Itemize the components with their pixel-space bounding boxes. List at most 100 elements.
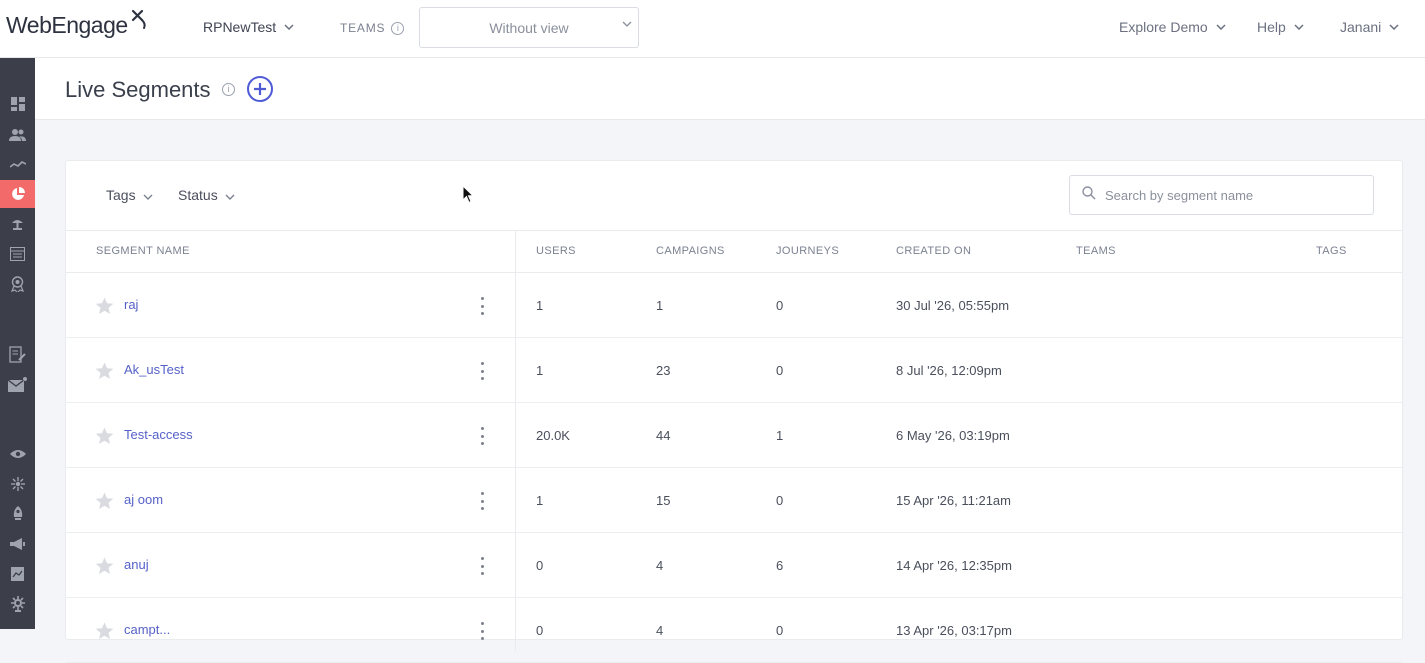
created-on: 14 Apr '26, 12:35pm (896, 558, 1012, 573)
chevron-down-icon (225, 187, 235, 203)
user-menu[interactable]: Janani (1340, 19, 1399, 35)
campaigns-count: 1 (656, 298, 664, 313)
star-icon[interactable] (95, 297, 114, 320)
segment-name-link[interactable]: anuj (124, 557, 149, 572)
users-count: 0 (536, 558, 544, 573)
info-icon[interactable]: i (391, 21, 405, 35)
more-options-icon[interactable] (478, 427, 486, 445)
email-icon[interactable] (0, 370, 35, 398)
table-row[interactable]: Test-access 20.0K 44 1 6 May '26, 03:19pm (66, 403, 1402, 468)
help-label: Help (1257, 19, 1286, 35)
team-view-select[interactable]: Without view (419, 7, 639, 48)
status-filter-label: Status (178, 187, 218, 203)
table-row[interactable]: anuj 0 4 6 14 Apr '26, 12:35pm (66, 533, 1402, 598)
table-row[interactable]: aj oom 1 15 0 15 Apr '26, 11:21am (66, 468, 1402, 533)
analytics-icon[interactable] (0, 150, 35, 178)
left-nav-rail (0, 58, 35, 629)
segment-name-link[interactable]: aj oom (124, 492, 163, 507)
users-icon[interactable] (0, 120, 35, 148)
project-name: RPNewTest (203, 19, 277, 35)
search-input[interactable] (1105, 187, 1355, 203)
table-row[interactable]: Ak_usTest 1 23 0 8 Jul '26, 12:09pm (66, 338, 1402, 403)
col-users[interactable]: USERS (536, 245, 576, 257)
help-menu[interactable]: Help (1257, 19, 1304, 35)
more-options-icon[interactable] (478, 622, 486, 640)
dashboard-icon[interactable] (0, 90, 35, 118)
chevron-down-icon (1294, 24, 1304, 30)
teams-label-text: TEAMS (340, 21, 386, 35)
page-header: Live Segments i (35, 58, 1425, 120)
segment-name-link[interactable]: Ak_usTest (124, 362, 184, 377)
col-campaigns[interactable]: CAMPAIGNS (656, 245, 725, 257)
users-count: 1 (536, 298, 544, 313)
more-options-icon[interactable] (478, 557, 486, 575)
integrations-icon[interactable] (0, 470, 35, 498)
chevron-down-icon (1389, 24, 1399, 30)
journeys-count: 0 (776, 298, 784, 313)
chevron-down-icon (143, 187, 153, 203)
star-icon[interactable] (95, 622, 114, 645)
relays-icon[interactable] (0, 270, 35, 298)
created-on: 8 Jul '26, 12:09pm (896, 363, 1002, 378)
project-switcher[interactable]: RPNewTest (203, 19, 294, 35)
col-segment-name[interactable]: SEGMENT NAME (96, 245, 190, 257)
segments-icon[interactable] (0, 180, 35, 208)
users-count: 1 (536, 493, 544, 508)
chevron-down-icon (622, 21, 632, 27)
more-options-icon[interactable] (478, 492, 486, 510)
col-created-on[interactable]: CREATED ON (896, 245, 971, 257)
star-icon[interactable] (95, 362, 114, 385)
star-icon[interactable] (95, 427, 114, 450)
logo-mark-icon (130, 8, 148, 36)
col-teams: TEAMS (1076, 245, 1116, 257)
created-on: 6 May '26, 03:19pm (896, 428, 1010, 443)
team-select-value: Without view (489, 19, 569, 36)
segment-name-link[interactable]: raj (124, 297, 138, 312)
col-tags: TAGS (1316, 245, 1347, 257)
star-icon[interactable] (95, 492, 114, 515)
journeys-count: 6 (776, 558, 784, 573)
catalog-icon[interactable] (0, 240, 35, 268)
logo-text: WebEngage (6, 12, 128, 38)
campaigns-count: 4 (656, 623, 664, 638)
segment-name-link[interactable]: campt... (124, 622, 170, 637)
explore-demo-label: Explore Demo (1119, 19, 1208, 35)
mouse-cursor-icon (462, 184, 475, 209)
campaigns-count: 23 (656, 363, 671, 378)
reports-icon[interactable] (0, 560, 35, 588)
campaigns-icon[interactable] (0, 530, 35, 558)
journeys-count: 1 (776, 428, 784, 443)
star-icon[interactable] (95, 557, 114, 580)
data-platform-icon[interactable] (0, 210, 35, 238)
tags-filter[interactable]: Tags (106, 187, 153, 203)
col-journeys[interactable]: JOURNEYS (776, 245, 839, 257)
created-on: 15 Apr '26, 11:21am (896, 493, 1011, 508)
table-row[interactable]: campt... 0 4 0 13 Apr '26, 03:17pm (66, 598, 1402, 663)
users-count: 0 (536, 623, 544, 638)
web-personalization-icon[interactable] (0, 440, 35, 468)
add-segment-button[interactable] (247, 76, 273, 102)
journeys-count: 0 (776, 493, 784, 508)
settings-icon[interactable] (0, 590, 35, 618)
journeys-count: 0 (776, 623, 784, 638)
status-filter[interactable]: Status (178, 187, 235, 203)
table-row[interactable]: raj 1 1 0 30 Jul '26, 05:55pm (66, 273, 1402, 338)
explore-demo-menu[interactable]: Explore Demo (1119, 19, 1226, 35)
search-icon (1082, 185, 1096, 205)
filter-bar: Tags Status (66, 161, 1402, 231)
user-name: Janani (1340, 19, 1382, 35)
push-icon[interactable] (0, 500, 35, 528)
journeys-icon[interactable] (0, 340, 35, 368)
campaigns-count: 15 (656, 493, 671, 508)
created-on: 13 Apr '26, 03:17pm (896, 623, 1012, 638)
more-options-icon[interactable] (478, 362, 486, 380)
column-divider (515, 231, 516, 651)
segment-name-link[interactable]: Test-access (124, 427, 193, 442)
top-bar: WebEngage RPNewTest TEAMS i Without view… (0, 0, 1425, 58)
chevron-down-icon (284, 24, 294, 30)
info-icon[interactable]: i (222, 83, 235, 96)
webengage-logo[interactable]: WebEngage (6, 9, 148, 44)
search-box[interactable] (1069, 175, 1374, 215)
users-count: 20.0K (536, 428, 570, 443)
more-options-icon[interactable] (478, 297, 486, 315)
